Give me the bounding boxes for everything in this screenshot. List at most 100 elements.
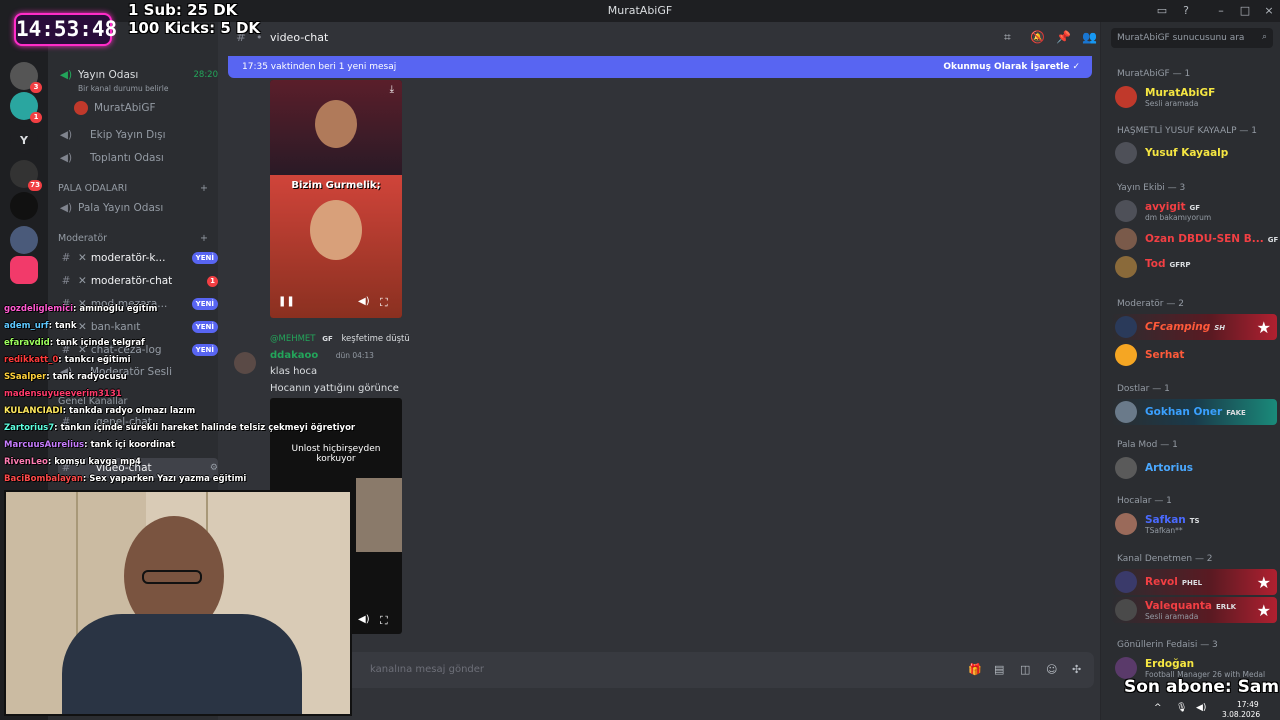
mic-icon[interactable]: 🎙 xyxy=(1176,703,1187,713)
fullscreen-icon[interactable]: ⛶ xyxy=(380,614,388,628)
member-name: Tod xyxy=(1145,258,1166,270)
emoji-icon[interactable]: ☺ xyxy=(1046,663,1057,676)
member-item[interactable]: Gokhan Oner FAKE xyxy=(1111,399,1277,425)
speaker-icon: ◀) xyxy=(59,152,73,164)
star-icon: ★ xyxy=(1256,601,1271,620)
mute-bell-icon[interactable]: 🔕 xyxy=(1030,30,1045,44)
threads-icon[interactable]: ⌗ xyxy=(1004,30,1011,45)
server-icon[interactable]: 73 xyxy=(10,160,42,191)
add-channel-icon[interactable]: + xyxy=(200,183,208,194)
category-pala[interactable]: PALA ODALARI + xyxy=(58,183,208,194)
chevron-up-icon[interactable]: ^ xyxy=(1154,703,1162,713)
chat-overlay-text: : tank içi koordinat xyxy=(84,440,175,450)
role-tag: FAKE xyxy=(1226,409,1246,417)
pin-icon[interactable]: 📌 xyxy=(1056,30,1071,44)
chat-overlay-user: adem_urf xyxy=(4,321,49,331)
mark-read-button[interactable]: Okunmuş Olarak İşaretle ✓ xyxy=(943,62,1080,72)
avatar xyxy=(1115,571,1137,593)
last-sub: Son abone: Sam xyxy=(1124,677,1280,697)
avatar xyxy=(1115,200,1137,222)
voice-user[interactable]: MuratAbiGF xyxy=(74,98,214,118)
server-icon[interactable]: 1 xyxy=(10,92,42,123)
member-item[interactable]: Valequanta ERLK Sesli aramada ★ xyxy=(1111,597,1277,623)
category-moderator[interactable]: Moderatör + xyxy=(58,233,208,244)
fullscreen-icon[interactable]: ⛶ xyxy=(380,296,388,310)
member-status: Sesli aramada xyxy=(1145,99,1199,108)
role-tag: SH xyxy=(1214,324,1226,332)
chat-overlay-line: SSaalper: tank radyocusu xyxy=(4,372,127,382)
voice-status-text[interactable]: Bir kanal durumu belirle xyxy=(78,84,168,93)
video-attachment[interactable]: Bizim Gurmelik; ⤓ ❚❚ ◀) ⛶ xyxy=(270,80,402,318)
tray-date: 3.08.2026 xyxy=(1222,710,1261,719)
search-icon: ⌕ xyxy=(1261,32,1267,42)
member-name: Valequanta xyxy=(1145,600,1213,612)
server-icon[interactable] xyxy=(10,226,38,254)
member-role-header: Hocalar — 1 xyxy=(1117,496,1172,506)
close-icon[interactable]: × xyxy=(1262,4,1276,18)
server-icon[interactable]: Y xyxy=(10,126,38,154)
chat-overlay-line: adem_urf: tank xyxy=(4,321,77,331)
avatar xyxy=(1115,86,1137,108)
chat-overlay-line: RivenLeo: komşu kavga mp4 xyxy=(4,457,141,467)
member-item[interactable]: Tod GFRP xyxy=(1115,254,1277,280)
volume-icon[interactable]: ◀) xyxy=(1196,703,1206,713)
inbox-icon[interactable]: ▭ xyxy=(1155,4,1169,18)
member-item[interactable]: Ozan DBDU-SEN B... GF xyxy=(1115,226,1278,252)
member-name: Gokhan Oner xyxy=(1145,406,1223,418)
server-icon[interactable] xyxy=(10,192,38,220)
member-item[interactable]: Revol PHEL ★ xyxy=(1111,569,1277,595)
member-item[interactable]: Artorius xyxy=(1115,455,1277,481)
members-icon[interactable]: 👥 xyxy=(1082,30,1097,44)
add-channel-icon[interactable]: + xyxy=(200,233,208,244)
member-item[interactable]: MuratAbiGF Sesli aramada xyxy=(1115,84,1277,110)
message-composer[interactable]: kanalına mesaj gönder 🎁 ▤ ◫ ☺ ✣ xyxy=(232,652,1094,688)
chat-overlay-user: KULANCIADI xyxy=(4,406,63,416)
member-name: CFcamping xyxy=(1145,321,1211,333)
glasses xyxy=(142,570,202,584)
chat-overlay-line: gozdeliglemici: amınoğlu eğitim xyxy=(4,304,157,314)
chat-overlay-user: RivenLeo xyxy=(4,457,48,467)
download-icon[interactable]: ⤓ xyxy=(390,84,394,95)
channel-title: video-chat xyxy=(270,31,329,44)
text-channel-mod2[interactable]: # ✕ moderatör-chat 1 xyxy=(58,271,218,291)
tray-time: 17:49 xyxy=(1237,700,1259,709)
voice-channel-live[interactable]: ◀) Yayın Odası 28:20 xyxy=(58,65,218,85)
voice-channel-meeting[interactable]: ◀) Toplantı Odası xyxy=(58,148,218,168)
member-name: Artorius xyxy=(1145,462,1194,474)
chat-overlay-text: : tankın içinde sürekli hareket halinde … xyxy=(54,423,356,433)
member-item[interactable]: Serhat xyxy=(1115,342,1277,368)
video-thumbnail xyxy=(356,478,402,552)
sub-goal: 1 Sub: 25 DK xyxy=(128,1,238,19)
help-icon[interactable]: ? xyxy=(1179,4,1193,18)
search-input[interactable]: MuratAbiGF sunucusunu ara ⌕ xyxy=(1111,28,1273,48)
chat-overlay-line: KULANCIADI: tankda radyo olmazı lazım xyxy=(4,406,195,416)
chat-overlay-text: : tank xyxy=(48,321,77,331)
apps-icon[interactable]: ✣ xyxy=(1072,663,1081,676)
member-item[interactable]: Yusuf Kayaalp xyxy=(1115,140,1277,166)
member-item[interactable]: Safkan TS TSafkan** xyxy=(1115,511,1277,537)
maximize-icon[interactable]: □ xyxy=(1238,4,1252,18)
new-messages-banner[interactable]: 17:35 vaktinden beri 1 yeni mesaj Okunmu… xyxy=(228,56,1092,78)
channel-label: Yayın Odası xyxy=(78,69,139,81)
gift-icon[interactable]: 🎁 xyxy=(968,663,982,676)
volume-icon[interactable]: ◀) xyxy=(358,614,370,625)
chat-overlay-user: BaciBombalayan xyxy=(4,474,83,484)
composer-placeholder: kanalına mesaj gönder xyxy=(370,664,485,675)
server-icon[interactable]: 3 xyxy=(10,62,42,93)
text-channel-mod1[interactable]: # ✕ moderatör-k... YENİ xyxy=(58,248,218,268)
person-body xyxy=(62,614,302,714)
gif-icon[interactable]: ▤ xyxy=(994,663,1004,676)
unread-badge: 73 xyxy=(28,180,42,191)
star-icon: ★ xyxy=(1256,318,1271,337)
voice-channel-crew[interactable]: ◀) Ekip Yayın Dışı xyxy=(58,125,218,145)
sticker-icon[interactable]: ◫ xyxy=(1020,663,1030,676)
member-item[interactable]: avyigit GF dm bakamıyorum xyxy=(1115,198,1277,224)
chat-overlay-line: madensuyueeverim3131 xyxy=(4,389,122,399)
member-item[interactable]: CFcamping SH ★ xyxy=(1111,314,1277,340)
role-tag: ERLK xyxy=(1216,603,1237,611)
voice-channel-pala[interactable]: ◀) Pala Yayın Odası xyxy=(58,198,218,218)
person-figure xyxy=(310,200,362,260)
server-icon[interactable] xyxy=(10,256,38,284)
minimize-icon[interactable]: – xyxy=(1214,4,1228,18)
role-tag: GF xyxy=(1189,204,1201,212)
